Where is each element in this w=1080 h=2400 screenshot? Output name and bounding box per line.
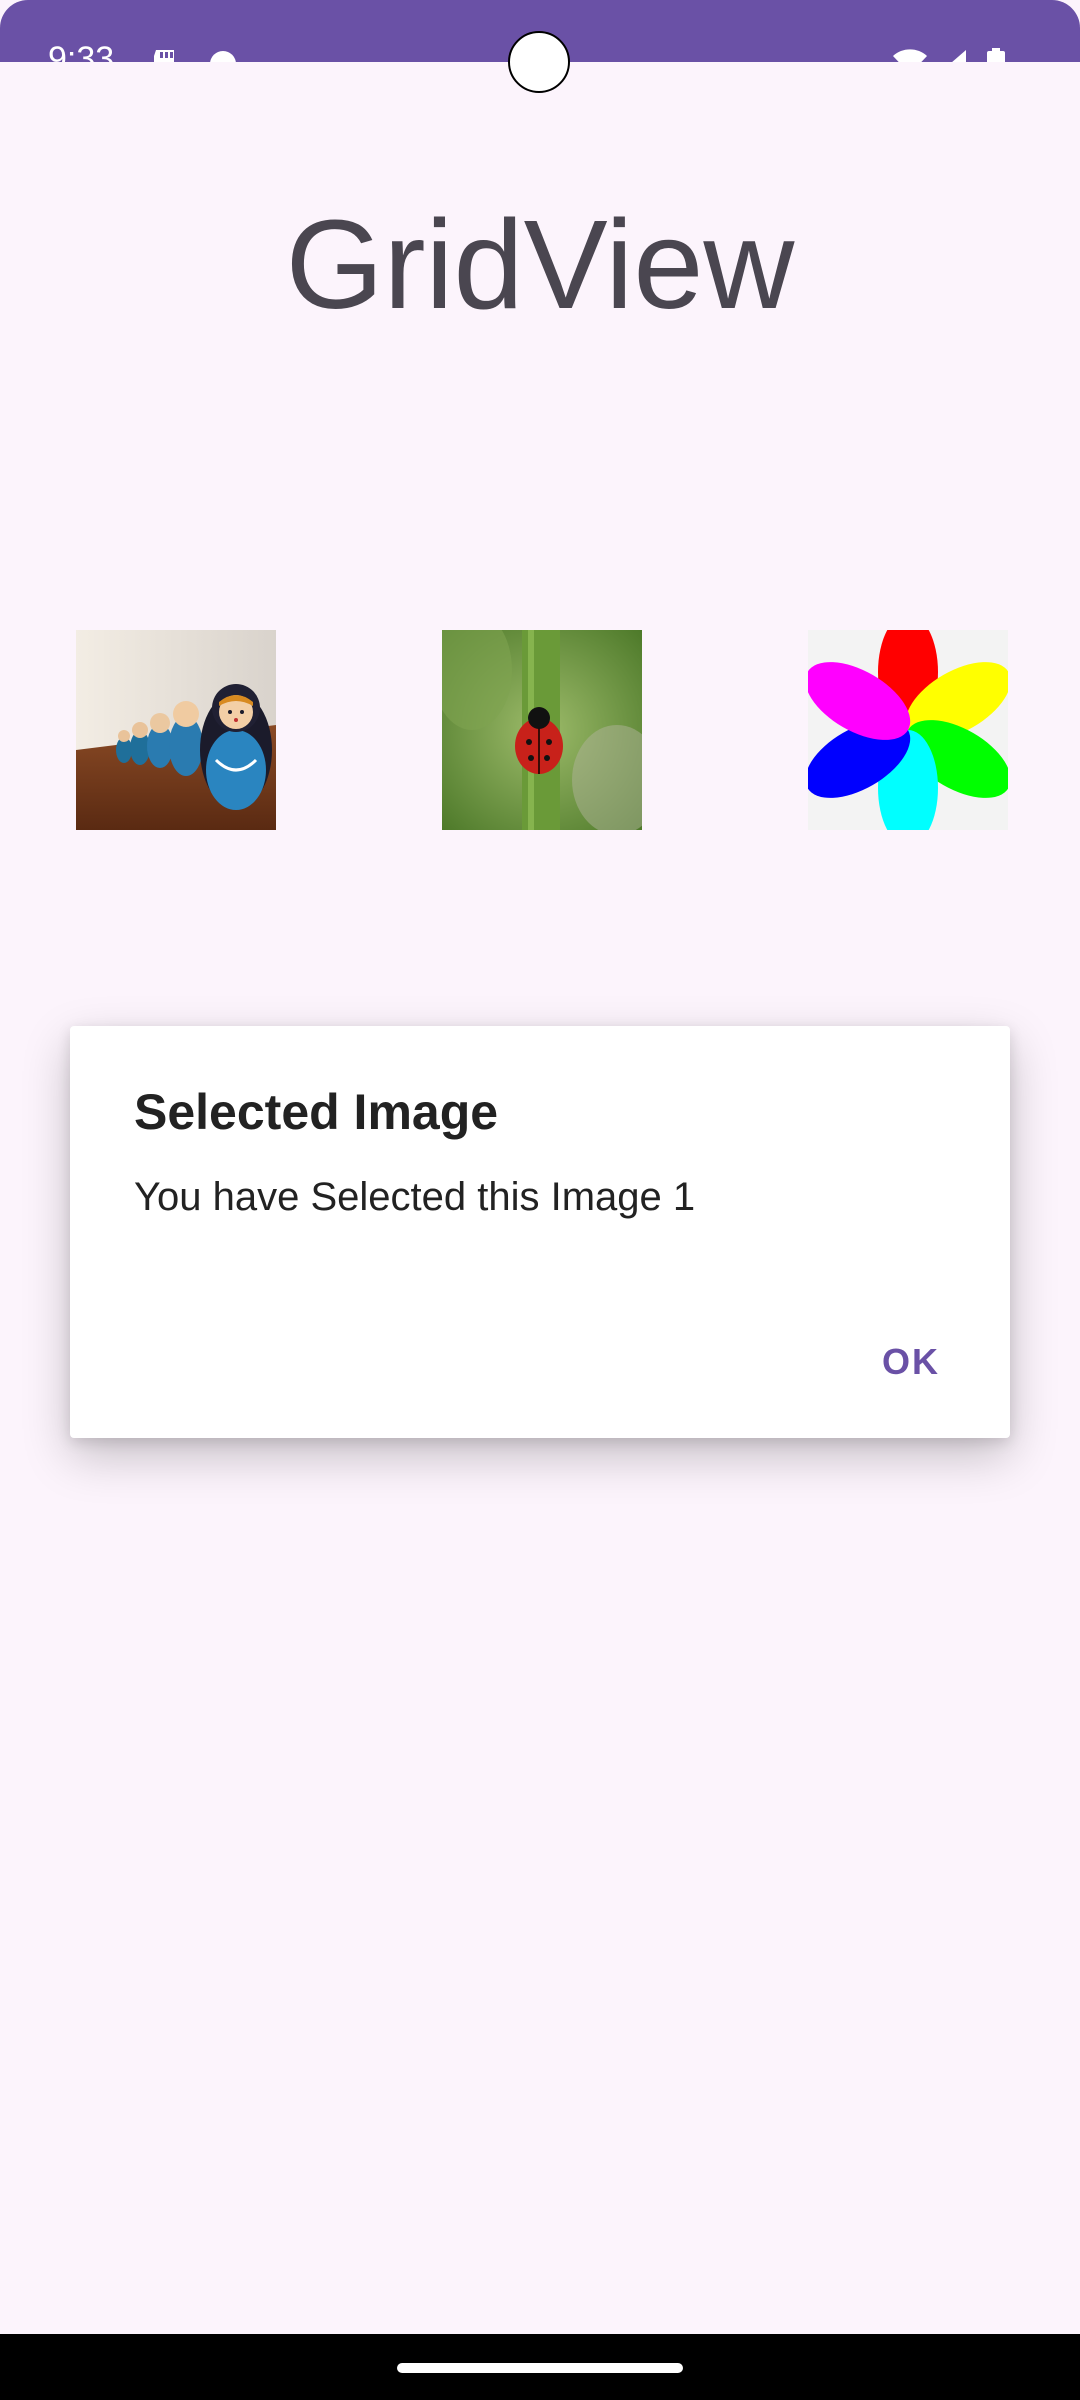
signal-icon: [934, 48, 968, 62]
dialog-title: Selected Image: [134, 1084, 499, 1140]
ladybug-photo-icon: [442, 630, 642, 830]
grid-image-pinwheel[interactable]: [808, 630, 1008, 830]
front-camera-cutout: [508, 31, 570, 93]
battery-icon: [986, 48, 1006, 62]
pinwheel-flower-icon: [808, 630, 1008, 830]
dialog-message: You have Selected this Image 1: [134, 1175, 696, 1219]
grid-image-matryoshka[interactable]: [76, 630, 276, 830]
selected-image-dialog: Selected Image You have Selected this Im…: [70, 1026, 1010, 1438]
home-gesture-handle[interactable]: [397, 2363, 683, 2373]
ok-button[interactable]: OK: [882, 1342, 940, 1382]
matryoshka-dolls-photo-icon: [76, 630, 276, 830]
page-title: GridView: [285, 194, 795, 335]
sd-card-icon: [150, 48, 178, 62]
status-time: 9:33: [48, 40, 115, 62]
grid-image-ladybug[interactable]: [442, 630, 642, 830]
android-debug-icon: [206, 48, 240, 62]
wifi-icon: [892, 48, 928, 62]
